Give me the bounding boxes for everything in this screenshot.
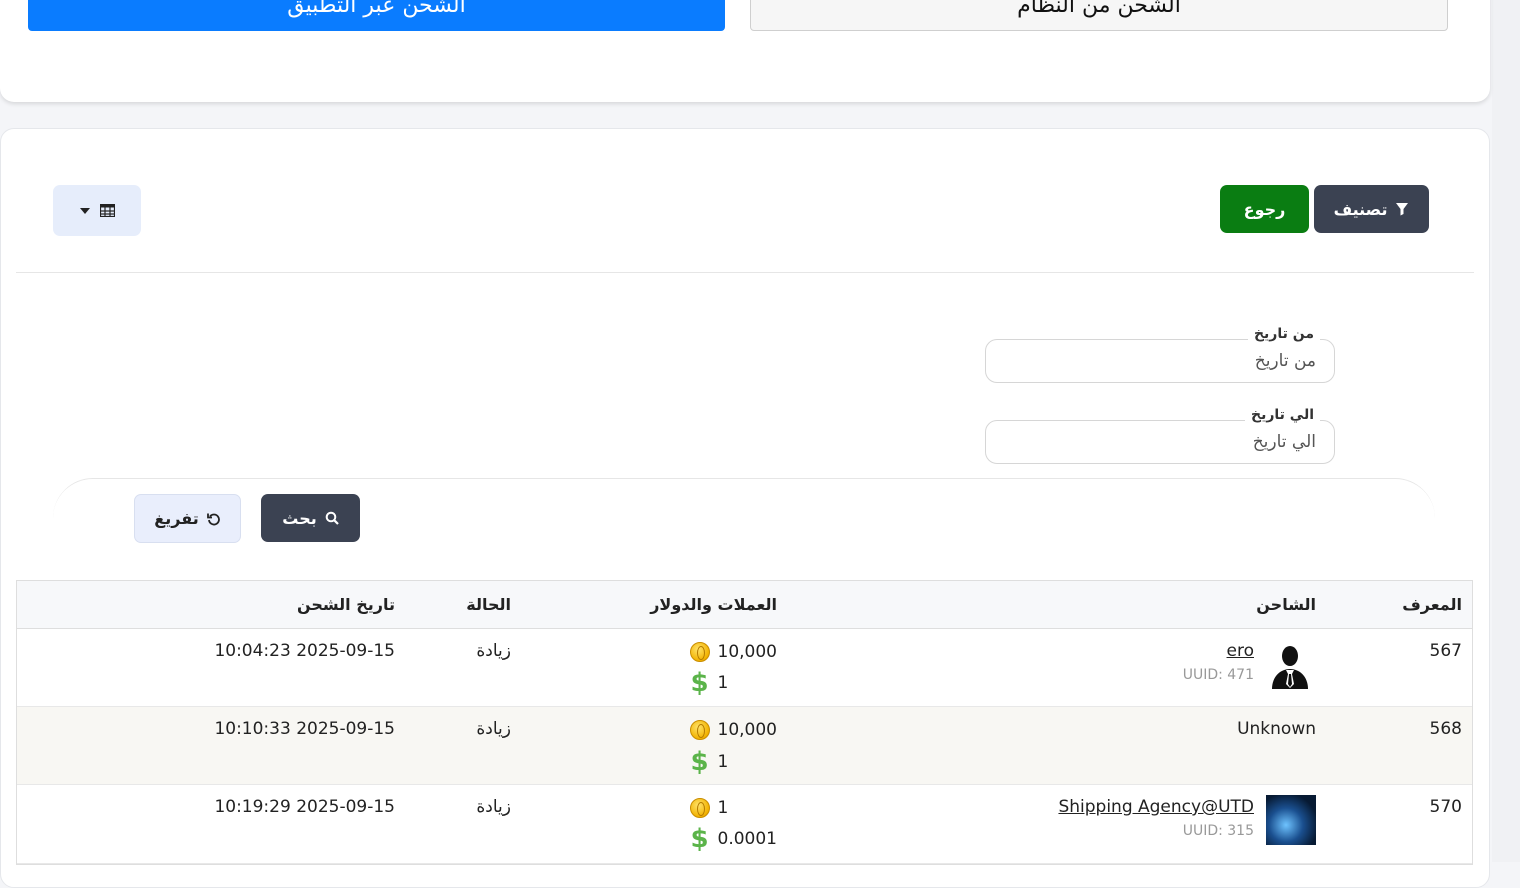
money-cell: 1 0.0001 $ [689, 795, 777, 854]
header-date[interactable]: تاريخ الشحن [297, 595, 395, 614]
page-scrollbar[interactable] [1492, 0, 1520, 862]
reset-icon [206, 513, 220, 525]
recharge-table: المعرف الشاحن العملات والدولار الحالة تا… [16, 580, 1473, 865]
toolbar-divider [16, 272, 1474, 273]
recharge-source-card: الشحن عبر التطبيق الشحن من النظام [0, 0, 1490, 102]
row-date: 2025-09-15 10:04:23 [214, 641, 395, 661]
from-date-label: من تاريخ [1247, 326, 1320, 342]
filter-button-label: تصنيف [1333, 199, 1388, 219]
coin-icon [689, 642, 710, 662]
from-date-input[interactable] [986, 340, 1334, 382]
column-toggle-button[interactable] [53, 185, 141, 236]
row-id: 570 [1429, 797, 1462, 817]
reset-button[interactable]: تفريغ [134, 494, 241, 543]
dollar-icon: $ [690, 747, 709, 777]
header-id[interactable]: المعرف [1402, 595, 1462, 614]
table-header: المعرف الشاحن العملات والدولار الحالة تا… [17, 581, 1472, 629]
money-cell: 10,000 1 $ [689, 639, 777, 698]
user-avatar [1266, 795, 1316, 845]
coin-amount: 10,000 [717, 642, 777, 662]
tab-recharge-app[interactable]: الشحن عبر التطبيق [28, 0, 725, 31]
row-date: 2025-09-15 10:10:33 [214, 719, 395, 739]
to-date-input[interactable] [986, 421, 1334, 463]
dollar-amount: 1 [717, 752, 729, 772]
header-user[interactable]: الشاحن [1256, 595, 1316, 614]
tab-recharge-system[interactable]: الشحن من النظام [750, 0, 1448, 31]
row-state: زيادة [476, 719, 511, 739]
table-row: 570 Shipping Agency@UTD UUID: 315 1 0.00… [17, 785, 1472, 864]
coin-amount: 10,000 [717, 720, 777, 740]
user-link[interactable]: Shipping Agency@UTD [1058, 797, 1254, 817]
dollar-icon: $ [690, 668, 709, 698]
to-date-label: الي تاريخ [1244, 407, 1320, 423]
row-state: زيادة [476, 797, 511, 817]
user-info: ero UUID: 471 [1183, 641, 1254, 683]
caret-down-icon [79, 207, 90, 214]
money-cell: 10,000 1 $ [689, 717, 777, 777]
user-uuid: UUID: 315 [1182, 823, 1254, 839]
back-button[interactable]: رجوع [1220, 185, 1309, 233]
coin-amount: 1 [717, 798, 729, 818]
row-id: 567 [1429, 641, 1462, 661]
table-row: 567 ero UUID: 471 10,000 1 $ زيادة 2025-0… [17, 629, 1472, 707]
row-state: زيادة [476, 641, 511, 661]
to-date-field[interactable]: الي تاريخ [985, 407, 1335, 464]
back-button-label: رجوع [1243, 199, 1286, 219]
user-link[interactable]: ero [1183, 641, 1254, 661]
user-unknown: Unknown [1237, 719, 1316, 739]
search-button[interactable]: بحث [261, 494, 360, 542]
filter-icon [1396, 203, 1409, 216]
dollar-amount: 1 [717, 673, 729, 693]
filter-button[interactable]: تصنيف [1314, 185, 1429, 233]
reset-button-label: تفريغ [154, 509, 199, 528]
coin-icon [689, 798, 710, 818]
user-info: Shipping Agency@UTD UUID: 315 [1058, 797, 1254, 839]
from-date-field[interactable]: من تاريخ [985, 326, 1335, 383]
row-id: 568 [1429, 719, 1462, 739]
header-state[interactable]: الحالة [466, 595, 511, 614]
search-icon [325, 511, 339, 525]
row-date: 2025-09-15 10:19:29 [214, 797, 395, 817]
user-uuid: UUID: 471 [1182, 667, 1254, 683]
table-row: 568 Unknown 10,000 1 $ زيادة 2025-09-15 1… [17, 707, 1472, 785]
dollar-amount: 0.0001 [717, 829, 777, 849]
user-silhouette-icon [1260, 643, 1310, 693]
table-icon [99, 204, 115, 217]
coin-icon [689, 720, 710, 740]
dollar-icon: $ [690, 824, 709, 854]
header-money[interactable]: العملات والدولار [650, 595, 777, 614]
search-button-label: بحث [282, 508, 317, 528]
